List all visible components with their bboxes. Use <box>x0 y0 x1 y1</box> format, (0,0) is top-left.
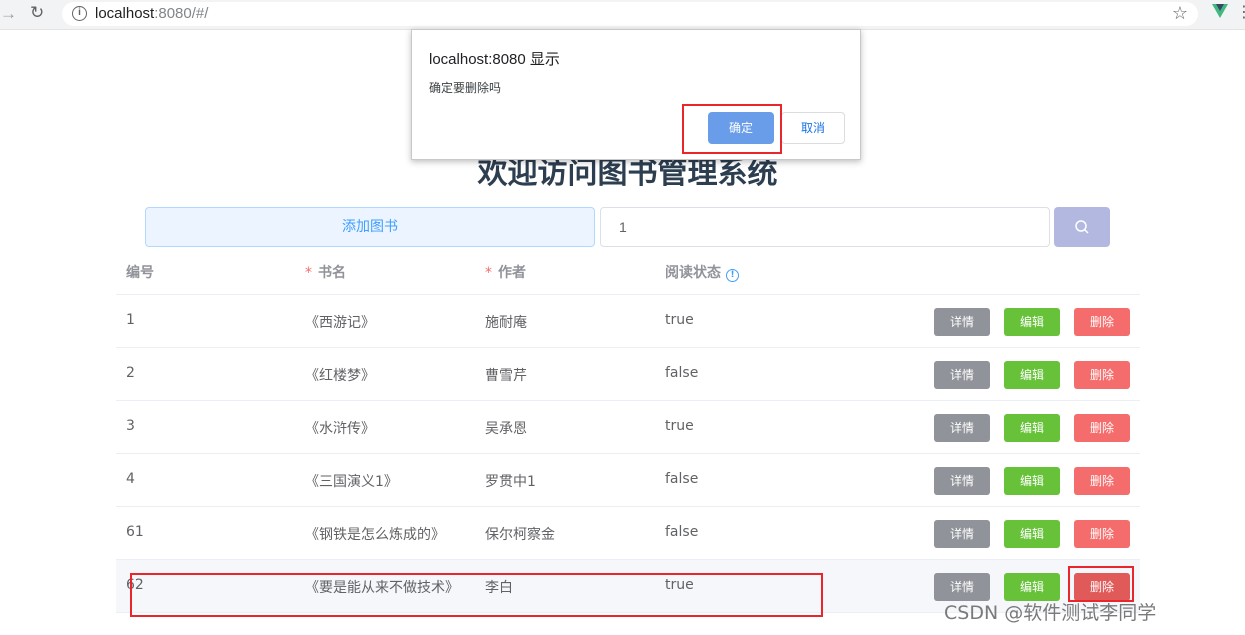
annotation-box-delete <box>1068 566 1134 602</box>
forward-arrow-icon[interactable]: → <box>0 4 17 24</box>
table-header: 编号 * 书名 * 作者 阅读状态! <box>116 247 1140 295</box>
detail-button[interactable]: 详情 <box>934 467 990 495</box>
edit-button[interactable]: 编辑 <box>1004 414 1060 442</box>
cell-author: 吴承恩 <box>485 421 527 437</box>
edit-button[interactable]: 编辑 <box>1004 467 1060 495</box>
search-icon <box>1075 220 1089 234</box>
cell-id: 4 <box>126 471 135 487</box>
search-button[interactable] <box>1054 207 1110 247</box>
delete-button[interactable]: 删除 <box>1074 520 1130 548</box>
cell-id: 2 <box>126 365 135 381</box>
table-row: 61 《钢铁是怎么炼成的》 保尔柯察金 false 详情 编辑 删除 <box>116 507 1140 560</box>
annotation-box-row <box>130 573 823 617</box>
cell-status: false <box>665 524 699 540</box>
cell-id: 61 <box>126 524 144 540</box>
delete-button[interactable]: 删除 <box>1074 361 1130 389</box>
vue-devtools-extension-icon[interactable] <box>1212 4 1228 18</box>
edit-button[interactable]: 编辑 <box>1004 520 1060 548</box>
required-mark: * <box>485 265 492 281</box>
info-circle-icon[interactable]: ! <box>726 269 739 282</box>
books-table: 编号 * 书名 * 作者 阅读状态! 1 《西游记》 施耐庵 true 详情 编辑 … <box>116 247 1140 613</box>
search-input[interactable] <box>600 207 1050 247</box>
delete-button[interactable]: 删除 <box>1074 467 1130 495</box>
address-bar[interactable]: i localhost:8080/#/ ☆ <box>62 2 1198 26</box>
cell-status: false <box>665 365 699 381</box>
annotation-box-ok <box>682 104 782 154</box>
cell-id: 3 <box>126 418 135 434</box>
edit-button[interactable]: 编辑 <box>1004 308 1060 336</box>
detail-button[interactable]: 详情 <box>934 361 990 389</box>
cell-status: false <box>665 471 699 487</box>
url-path: :8080/#/ <box>154 5 209 22</box>
browser-toolbar: → ↻ i localhost:8080/#/ ☆ ⋮ <box>0 0 1245 30</box>
header-name-label: 书名 <box>318 265 346 281</box>
required-mark: * <box>305 265 312 281</box>
cell-author: 曹雪芹 <box>485 368 527 384</box>
dialog-title: localhost:8080 显示 <box>429 51 560 68</box>
cell-name: 《钢铁是怎么炼成的》 <box>305 527 445 543</box>
cell-status: true <box>665 312 694 328</box>
header-status: 阅读状态! <box>665 262 739 282</box>
table-row: 3 《水浒传》 吴承恩 true 详情 编辑 删除 <box>116 401 1140 454</box>
edit-button[interactable]: 编辑 <box>1004 573 1060 601</box>
cell-author: 保尔柯察金 <box>485 527 555 543</box>
edit-button[interactable]: 编辑 <box>1004 361 1060 389</box>
header-id: 编号 <box>126 265 154 281</box>
site-info-icon[interactable]: i <box>72 6 87 21</box>
table-row: 2 《红楼梦》 曹雪芹 false 详情 编辑 删除 <box>116 348 1140 401</box>
browser-menu-icon[interactable]: ⋮ <box>1236 2 1245 22</box>
cell-name: 《西游记》 <box>305 315 375 331</box>
header-author: * 作者 <box>485 262 526 282</box>
cell-name: 《红楼梦》 <box>305 368 375 384</box>
delete-button[interactable]: 删除 <box>1074 308 1130 336</box>
add-book-button[interactable]: 添加图书 <box>145 207 595 247</box>
detail-button[interactable]: 详情 <box>934 308 990 336</box>
cell-author: 罗贯中1 <box>485 474 536 490</box>
detail-button[interactable]: 详情 <box>934 414 990 442</box>
cell-status: true <box>665 418 694 434</box>
cell-id: 1 <box>126 312 135 328</box>
cell-name: 《水浒传》 <box>305 421 375 437</box>
table-row: 1 《西游记》 施耐庵 true 详情 编辑 删除 <box>116 295 1140 348</box>
bookmark-star-icon[interactable]: ☆ <box>1172 3 1188 24</box>
url-host: localhost <box>95 5 155 22</box>
header-status-label: 阅读状态 <box>665 265 721 281</box>
detail-button[interactable]: 详情 <box>934 520 990 548</box>
table-row: 4 《三国演义1》 罗贯中1 false 详情 编辑 删除 <box>116 454 1140 507</box>
header-author-label: 作者 <box>498 265 526 281</box>
url-text[interactable]: localhost:8080/#/ <box>95 5 208 22</box>
reload-icon[interactable]: ↻ <box>30 3 44 23</box>
cell-author: 施耐庵 <box>485 315 527 331</box>
header-name: * 书名 <box>305 262 346 282</box>
dialog-cancel-button[interactable]: 取消 <box>781 112 845 144</box>
cell-name: 《三国演义1》 <box>305 474 398 490</box>
dialog-message: 确定要删除吗 <box>429 81 502 95</box>
delete-button[interactable]: 删除 <box>1074 414 1130 442</box>
watermark: CSDN @软件测试李同学 <box>944 602 1157 624</box>
confirm-dialog: localhost:8080 显示 确定要删除吗 确定 取消 <box>411 29 861 160</box>
detail-button[interactable]: 详情 <box>934 573 990 601</box>
